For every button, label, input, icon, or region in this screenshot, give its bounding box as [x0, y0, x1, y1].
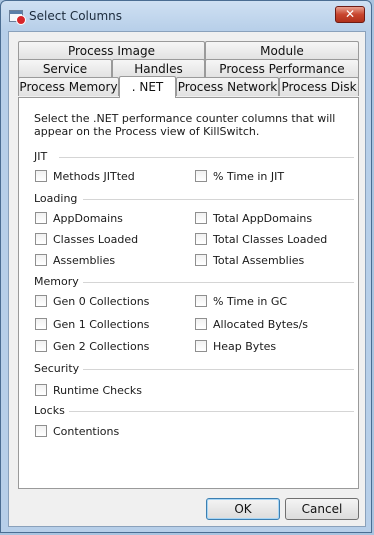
- dotnet-tab-panel: Select the .NET performance counter colu…: [18, 97, 359, 489]
- tab-process-memory[interactable]: Process Memory: [18, 77, 119, 96]
- close-button[interactable]: ✕: [335, 6, 365, 23]
- checkbox-box[interactable]: [195, 254, 207, 266]
- checkbox-box[interactable]: [35, 295, 47, 307]
- checkbox-label: Gen 2 Collections: [53, 339, 150, 353]
- checkbox-label: Total Assemblies: [213, 253, 305, 267]
- checkbox-box[interactable]: [35, 170, 47, 182]
- tab-process-performance[interactable]: Process Performance: [205, 59, 359, 78]
- checkbox-total-classes-loaded[interactable]: Total Classes Loaded: [195, 232, 327, 246]
- checkbox-box[interactable]: [35, 425, 47, 437]
- checkbox-label: Classes Loaded: [53, 232, 139, 246]
- checkbox-box[interactable]: [35, 384, 47, 396]
- checkbox-label: % Time in JIT: [213, 169, 285, 183]
- checkbox-methods-jitted[interactable]: Methods JITted: [35, 169, 135, 183]
- group-divider: [69, 411, 354, 412]
- checkbox-time-in-gc[interactable]: % Time in GC: [195, 294, 287, 308]
- checkbox-box[interactable]: [195, 233, 207, 245]
- checkbox-label: Total Classes Loaded: [213, 232, 328, 246]
- checkbox-label: Heap Bytes: [213, 339, 277, 353]
- checkbox-total-appdomains[interactable]: Total AppDomains: [195, 211, 312, 225]
- checkbox-allocated-bytes[interactable]: Allocated Bytes/s: [195, 317, 308, 331]
- checkbox-label: Runtime Checks: [53, 383, 143, 397]
- checkbox-heap-bytes[interactable]: Heap Bytes: [195, 339, 276, 353]
- checkbox-label: % Time in GC: [213, 294, 288, 308]
- checkbox-appdomains[interactable]: AppDomains: [35, 211, 123, 225]
- checkbox-classes-loaded[interactable]: Classes Loaded: [35, 232, 138, 246]
- window-title: Select Columns: [29, 9, 123, 23]
- tab-process-network[interactable]: Process Network: [176, 77, 279, 96]
- checkbox-total-assemblies[interactable]: Total Assemblies: [195, 253, 304, 267]
- group-label-locks: Locks: [34, 404, 65, 417]
- checkbox-box[interactable]: [195, 340, 207, 352]
- group-label-security: Security: [34, 362, 80, 375]
- checkbox-contentions[interactable]: Contentions: [35, 424, 119, 438]
- tab-process-image[interactable]: Process Image: [18, 41, 205, 60]
- group-divider: [83, 199, 354, 200]
- checkbox-box[interactable]: [35, 233, 47, 245]
- checkbox-box[interactable]: [195, 318, 207, 330]
- ok-button[interactable]: OK: [206, 498, 280, 520]
- checkbox-gen2-collections[interactable]: Gen 2 Collections: [35, 339, 149, 353]
- checkbox-runtime-checks[interactable]: Runtime Checks: [35, 383, 142, 397]
- checkbox-label: Total AppDomains: [213, 211, 313, 225]
- checkbox-label: AppDomains: [53, 211, 123, 225]
- checkbox-label: Allocated Bytes/s: [213, 317, 309, 331]
- checkbox-label: Methods JITted: [53, 169, 135, 183]
- cancel-button[interactable]: Cancel: [285, 498, 359, 520]
- tab-dotnet[interactable]: . NET: [119, 76, 176, 98]
- dialog-client-area: Process Image Module Service Handles Pro…: [8, 31, 366, 527]
- title-bar[interactable]: Select Columns ✕: [1, 1, 371, 31]
- checkbox-box[interactable]: [195, 170, 207, 182]
- checkbox-box[interactable]: [35, 212, 47, 224]
- checkbox-assemblies[interactable]: Assemblies: [35, 253, 115, 267]
- group-divider: [83, 282, 354, 283]
- group-divider: [59, 157, 354, 158]
- checkbox-box[interactable]: [35, 318, 47, 330]
- checkbox-gen0-collections[interactable]: Gen 0 Collections: [35, 294, 149, 308]
- checkbox-box[interactable]: [195, 295, 207, 307]
- checkbox-box[interactable]: [35, 340, 47, 352]
- tab-service[interactable]: Service: [18, 59, 112, 78]
- checkbox-box[interactable]: [195, 212, 207, 224]
- checkbox-label: Assemblies: [53, 253, 116, 267]
- checkbox-gen1-collections[interactable]: Gen 1 Collections: [35, 317, 149, 331]
- checkbox-label: Contentions: [53, 424, 120, 438]
- group-label-memory: Memory: [34, 275, 79, 288]
- checkbox-label: Gen 0 Collections: [53, 294, 150, 308]
- group-label-loading: Loading: [34, 192, 78, 205]
- app-icon: [9, 10, 26, 25]
- group-label-jit: JIT: [34, 150, 48, 163]
- checkbox-label: Gen 1 Collections: [53, 317, 150, 331]
- select-columns-window: Select Columns ✕ Process Image Module Se…: [0, 0, 372, 533]
- tab-module[interactable]: Module: [205, 41, 359, 60]
- panel-description: Select the .NET performance counter colu…: [34, 112, 336, 138]
- checkbox-box[interactable]: [35, 254, 47, 266]
- checkbox-time-in-jit[interactable]: % Time in JIT: [195, 169, 284, 183]
- tab-process-disk[interactable]: Process Disk: [279, 77, 359, 96]
- group-divider: [83, 369, 354, 370]
